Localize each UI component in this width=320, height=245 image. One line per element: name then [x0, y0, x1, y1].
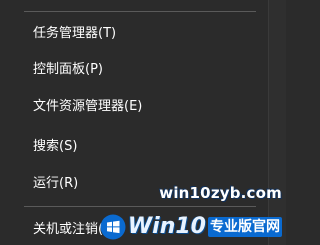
watermark-brand: Win10 — [127, 214, 206, 239]
windows-flag-icon — [100, 214, 126, 240]
menu-item-label: 任务管理器(T) — [33, 26, 117, 41]
menu-item-file-explorer[interactable]: 文件资源管理器(E) — [0, 92, 268, 122]
watermark-tagline: 专业版官网 — [208, 217, 282, 237]
menu-item-label: 运行(R) — [33, 176, 79, 191]
menu-item-control-panel[interactable]: 控制面板(P) — [0, 55, 268, 85]
menu-item-label: 文件资源管理器(E) — [33, 99, 143, 114]
menu-separator-bottom — [24, 206, 256, 207]
watermark-url: win10zyb.com — [159, 184, 282, 202]
menu-item-label: 控制面板(P) — [33, 62, 103, 77]
menu-item-task-manager[interactable]: 任务管理器(T) — [0, 19, 268, 49]
menu-item-label: 搜索(S) — [33, 139, 78, 154]
window-edge — [268, 0, 286, 245]
menu-separator-top — [24, 11, 256, 12]
menu-item-search[interactable]: 搜索(S) — [0, 132, 268, 162]
power-user-context-menu: 任务管理器(T) 控制面板(P) 文件资源管理器(E) 搜索(S) 运行(R) … — [0, 0, 268, 245]
watermark-logo: Win10 专业版官网 — [100, 212, 282, 242]
screen: 任务管理器(T) 控制面板(P) 文件资源管理器(E) 搜索(S) 运行(R) … — [0, 0, 286, 245]
